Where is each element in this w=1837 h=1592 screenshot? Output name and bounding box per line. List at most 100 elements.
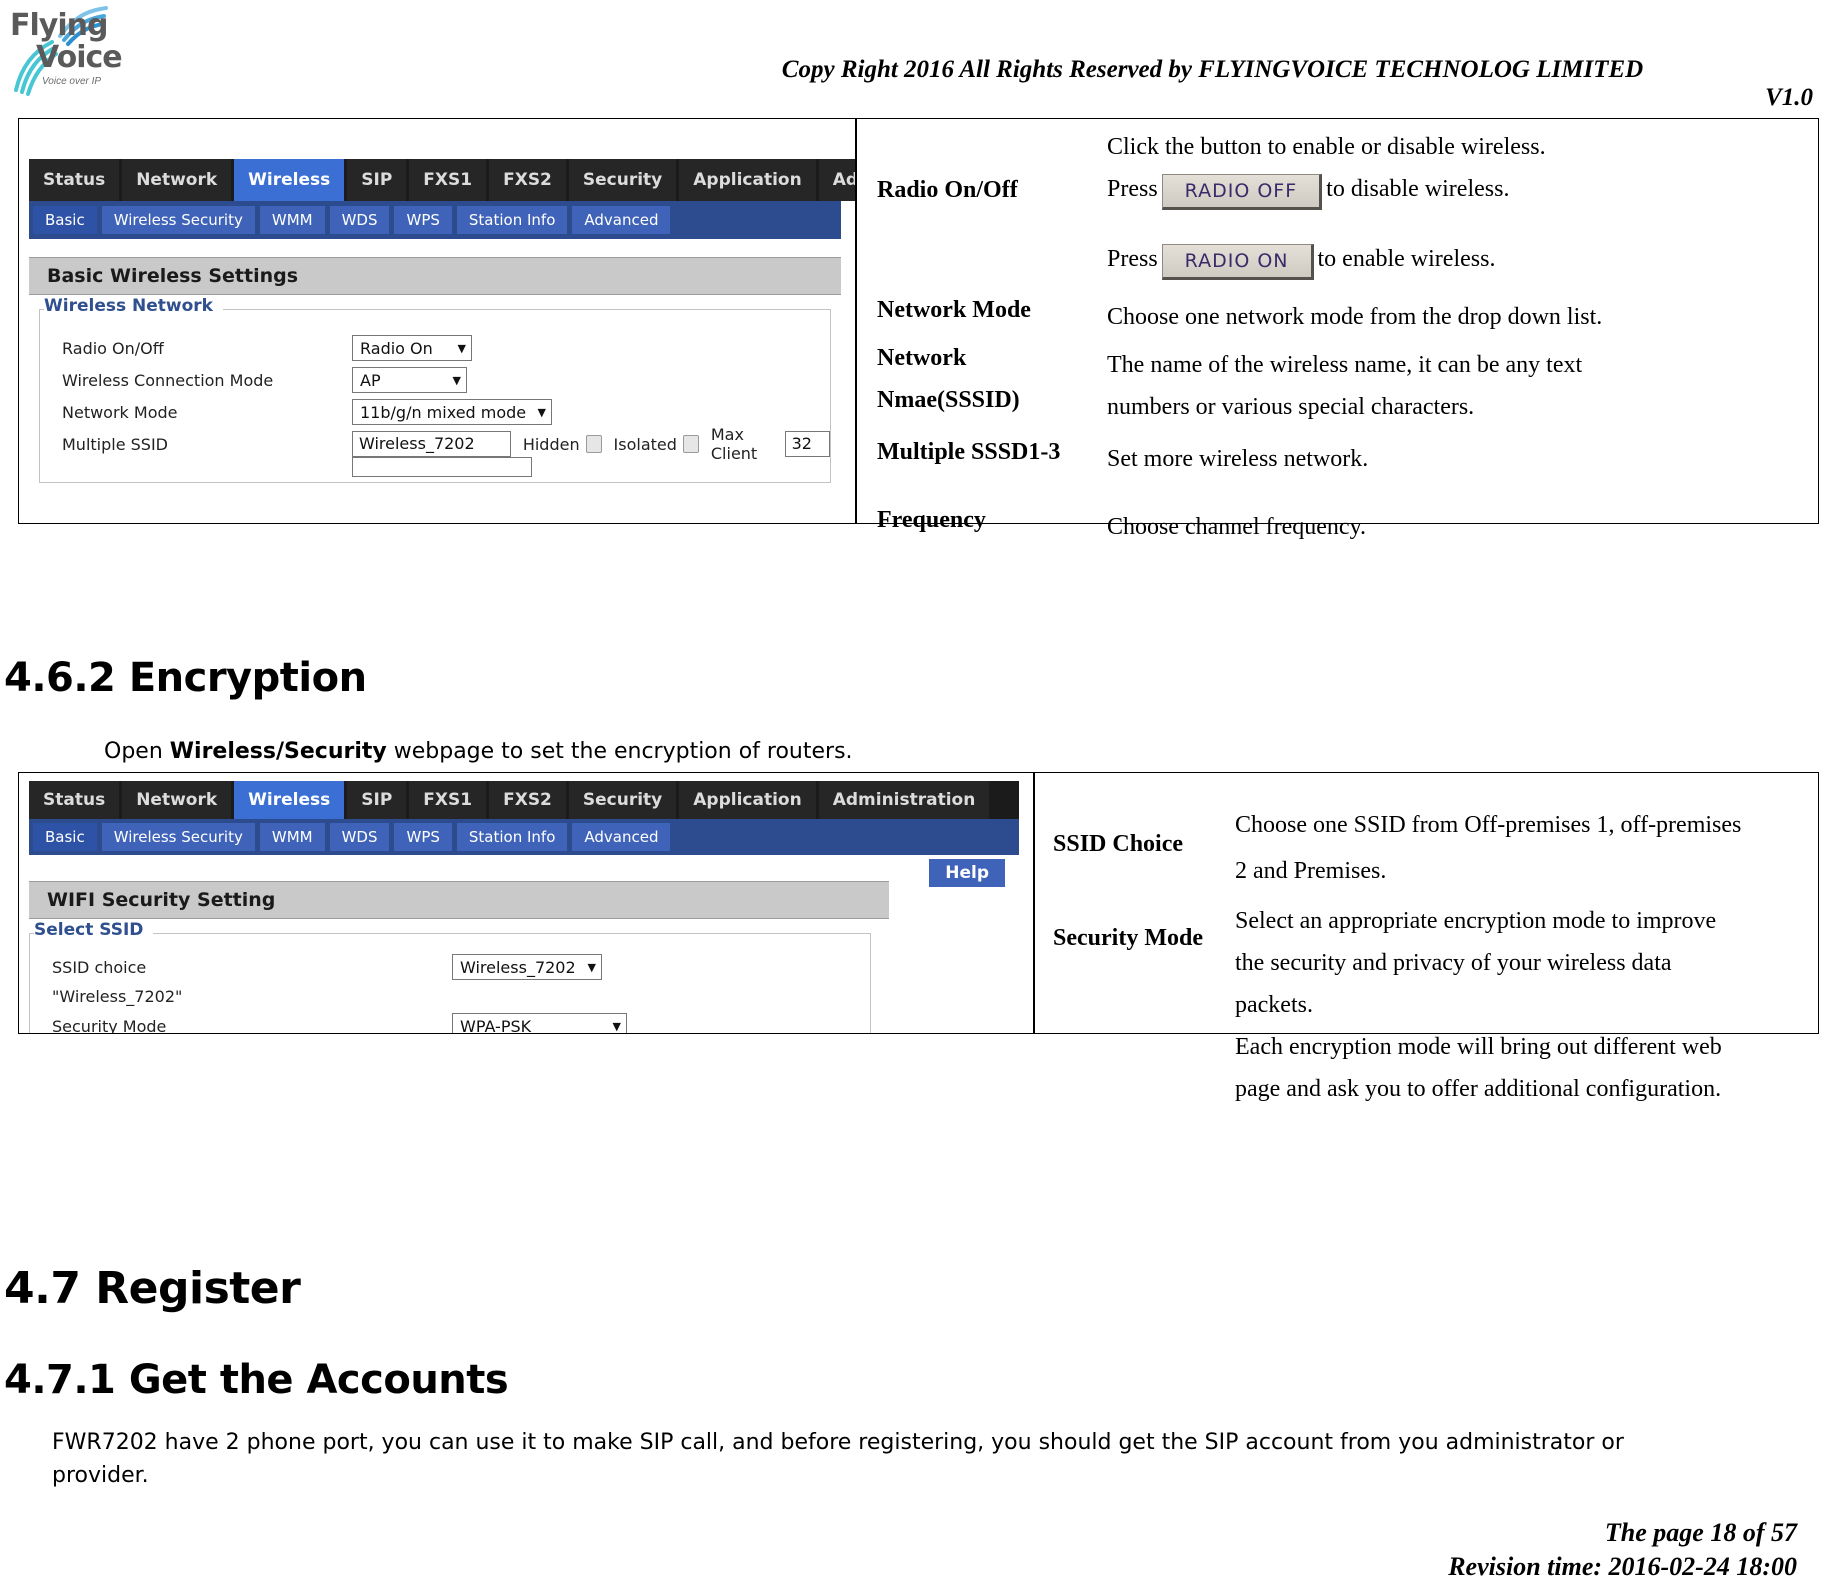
desc-term-radio-onoff: Radio On/Off	[877, 177, 1018, 203]
label-connection-mode: Wireless Connection Mode	[62, 370, 274, 390]
select-ssid-legend: Select SSID	[34, 920, 154, 940]
router-basic-screenshot: Status Network Wireless SIP FXS1 FXS2 Se…	[29, 159, 855, 483]
page-header: Flying Voice Voice over IP Copy Right 20…	[0, 0, 1837, 118]
nav-tab-sip-2[interactable]: SIP	[347, 781, 407, 819]
nav-tab-application[interactable]: Application	[679, 159, 816, 201]
input-max-client[interactable]: 32	[784, 431, 830, 457]
nav-tab-security-2[interactable]: Security	[568, 781, 677, 819]
logo-secondary-text: Voice	[36, 40, 123, 75]
sub-tab-wds-2[interactable]: WDS	[329, 823, 390, 851]
flyingvoice-logo: Flying Voice Voice over IP	[8, 4, 128, 100]
select-security-mode[interactable]: WPA-PSK ▼	[452, 1013, 627, 1033]
nav-tab-fxs2[interactable]: FXS2	[489, 159, 566, 201]
desc-term-security-mode: Security Mode	[1053, 925, 1203, 951]
desc-term-network: Network	[877, 345, 967, 371]
sub-tab-wireless-security-2[interactable]: Wireless Security	[101, 823, 255, 851]
nav-tab-sip[interactable]: SIP	[347, 159, 407, 201]
desc-term-ssid: Nmae(SSSID)	[877, 387, 1020, 413]
desc-term-frequency: Frequency	[877, 507, 986, 533]
nav-tab-wireless[interactable]: Wireless	[234, 159, 345, 201]
copyright-text: Copy Right 2016 All Rights Reserved by F…	[781, 56, 1644, 83]
chevron-down-icon: ▼	[452, 373, 461, 387]
nav-tab-network[interactable]: Network	[122, 159, 232, 201]
nav-tab-status[interactable]: Status	[29, 159, 120, 201]
version-text: V1.0	[1765, 84, 1813, 111]
desc-radio-off-line: Press RADIO OFF to disable wireless.	[1107, 169, 1510, 211]
disable-wireless-label: to disable wireless.	[1326, 176, 1510, 202]
desc-term-ssid-choice: SSID Choice	[1053, 831, 1184, 857]
select-connection-mode-value: AP	[360, 370, 381, 390]
sub-tab-wmm[interactable]: WMM	[259, 206, 325, 234]
desc-body-network-mode: Choose one network mode from the drop do…	[1107, 304, 1603, 330]
nav-tab-security[interactable]: Security	[568, 159, 677, 201]
sub-tab-station-info[interactable]: Station Info	[456, 206, 568, 234]
heading-register: 4.7 Register	[4, 1263, 301, 1314]
nav-tab-administration[interactable]: Administration	[818, 159, 855, 201]
select-radio-onoff[interactable]: Radio On ▼	[352, 335, 472, 361]
checkbox-isolated[interactable]	[682, 435, 699, 453]
nav-tab-status-2[interactable]: Status	[29, 781, 120, 819]
sub-tab-advanced-2[interactable]: Advanced	[572, 823, 671, 851]
wireless-network-legend: Wireless Network	[44, 296, 223, 316]
sub-tab-wireless-security[interactable]: Wireless Security	[101, 206, 255, 234]
radio-off-button[interactable]: RADIO OFF	[1161, 174, 1323, 211]
sub-tab-advanced[interactable]: Advanced	[572, 206, 671, 234]
intro-bold: Wireless/Security	[169, 739, 387, 764]
select-partial-cutoff[interactable]	[352, 457, 532, 477]
nav-tab-network-2[interactable]: Network	[122, 781, 232, 819]
sub-tab-station-info-2[interactable]: Station Info	[456, 823, 568, 851]
sub-tab-wps-2[interactable]: WPS	[394, 823, 452, 851]
label-ssid-choice: SSID choice	[52, 957, 147, 977]
checkbox-hidden[interactable]	[585, 435, 602, 453]
footer-revision-time: Revision time: 2016-02-24 18:00	[1448, 1552, 1797, 1581]
sub-tab-basic-2[interactable]: Basic	[33, 823, 97, 851]
nav-tab-application-2[interactable]: Application	[679, 781, 816, 819]
input-multiple-ssid[interactable]: Wireless_7202	[352, 431, 511, 457]
label-radio-onoff: Radio On/Off	[62, 338, 164, 358]
radio-on-button[interactable]: RADIO ON	[1161, 244, 1314, 281]
desc-radio-on-line: Press RADIO ON to enable wireless.	[1107, 239, 1495, 281]
encryption-description-cell: SSID Choice Choose one SSID from Off-pre…	[1035, 773, 1820, 1102]
select-ssid-fieldset: Select SSID SSID choice Wireless_7202 ▼ …	[29, 920, 871, 1033]
sub-tab-wps[interactable]: WPS	[394, 206, 452, 234]
nav-tab-wireless-2[interactable]: Wireless	[234, 781, 345, 819]
basic-wireless-description-table: Status Network Wireless SIP FXS1 FXS2 Se…	[18, 118, 1819, 540]
desc-term-multiple-sssd: Multiple SSSD1-3	[877, 439, 1061, 465]
press-label-2: Press	[1107, 246, 1158, 272]
desc-body-ssid-choice-line2: 2 and Premises.	[1235, 858, 1387, 884]
select-ssid-choice[interactable]: Wireless_7202 ▼	[452, 954, 602, 980]
router-security-screenshot: Status Network Wireless SIP FXS1 FXS2 Se…	[29, 781, 1019, 1033]
router-main-nav: Status Network Wireless SIP FXS1 FXS2 Se…	[29, 159, 855, 201]
sub-tab-wmm-2[interactable]: WMM	[259, 823, 325, 851]
select-connection-mode[interactable]: AP ▼	[352, 367, 467, 393]
sub-tab-wds[interactable]: WDS	[329, 206, 390, 234]
label-isolated: Isolated	[613, 434, 677, 454]
router-sub-nav-2: Basic Wireless Security WMM WDS WPS Stat…	[29, 819, 1019, 855]
row-ssid-quoted: "Wireless_7202"	[30, 982, 870, 1010]
label-multiple-ssid: Multiple SSID	[62, 434, 168, 454]
nav-tab-fxs1-2[interactable]: FXS1	[409, 781, 487, 819]
desc-body-security-mode-line1: Select an appropriate encryption mode to…	[1235, 908, 1717, 934]
desc-term-network-mode: Network Mode	[877, 297, 1031, 323]
desc-body-security-mode-line3: packets.	[1235, 992, 1313, 1018]
row-connection-mode: Wireless Connection Mode AP ▼	[40, 364, 830, 396]
desc-body-security-mode-line5: page and ask you to offer additional con…	[1235, 1076, 1722, 1102]
select-network-mode-value: 11b/g/n mixed mode	[360, 402, 527, 422]
heading-encryption: 4.6.2 Encryption	[4, 655, 367, 701]
select-network-mode[interactable]: 11b/g/n mixed mode ▼	[352, 399, 552, 425]
chevron-down-icon: ▼	[457, 341, 466, 355]
sub-tab-basic[interactable]: Basic	[33, 206, 97, 234]
select-radio-onoff-value: Radio On	[360, 338, 433, 358]
desc-body-ssid-line1: The name of the wireless name, it can be…	[1107, 352, 1583, 378]
logo-primary-text: Flying	[10, 8, 108, 43]
row-radio-onoff: Radio On/Off Radio On ▼	[40, 332, 830, 364]
desc-body-ssid-line2: numbers or various special characters.	[1107, 394, 1475, 420]
help-button[interactable]: Help	[929, 859, 1005, 887]
wireless-network-fieldset: Wireless Network Radio On/Off Radio On ▼…	[39, 296, 831, 483]
nav-tab-fxs1[interactable]: FXS1	[409, 159, 487, 201]
chevron-down-icon: ▼	[537, 405, 546, 419]
encryption-screenshot-cell: Status Network Wireless SIP FXS1 FXS2 Se…	[19, 773, 1033, 1033]
router-main-nav-2: Status Network Wireless SIP FXS1 FXS2 Se…	[29, 781, 1019, 819]
nav-tab-fxs2-2[interactable]: FXS2	[489, 781, 566, 819]
nav-tab-administration-2[interactable]: Administration	[818, 781, 990, 819]
